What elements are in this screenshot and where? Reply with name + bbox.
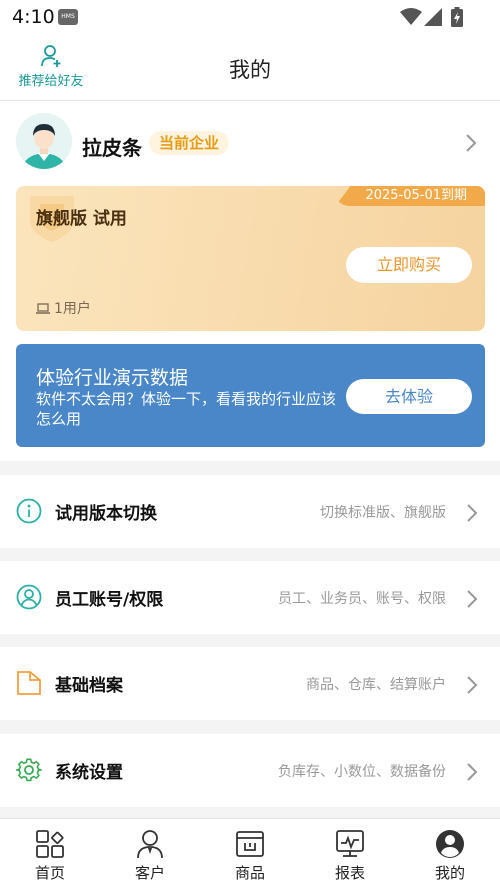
current-company-badge: 当前企业 <box>149 131 230 155</box>
tab-goods[interactable]: 商品 <box>200 819 300 890</box>
plan-expiry-badge: 2025-05-01到期 <box>335 186 485 206</box>
profile-section: 拉皮条 当前企业 2025-05-01到期 旗舰版 试用 立即购买 1用户 体验… <box>0 101 500 461</box>
tab-label: 客户 <box>134 864 165 882</box>
avatar[interactable] <box>16 113 72 169</box>
customer-icon <box>137 830 163 859</box>
laptop-icon <box>36 303 50 314</box>
demo-data-card: 体验行业演示数据 软件不太会用？体验一下，看看我的行业应该怎么用 去体验 <box>16 344 485 447</box>
menu-hint: 切换标准版、旗舰版 <box>320 505 446 521</box>
plan-name: 旗舰版 试用 <box>36 209 127 229</box>
plan-user-count: 1用户 <box>36 298 91 318</box>
status-time: 4:10 <box>12 6 55 28</box>
chevron-right-icon <box>467 676 478 694</box>
hms-badge-icon: HMS <box>58 9 78 25</box>
goods-icon <box>236 831 264 857</box>
info-icon <box>16 498 42 524</box>
mine-icon <box>436 830 464 858</box>
menu-label: 基础档案 <box>55 676 123 696</box>
tab-label: 报表 <box>334 864 365 882</box>
wifi-icon <box>400 8 422 25</box>
home-grid-icon <box>36 830 64 858</box>
status-bar: 4:10 HMS <box>0 0 500 34</box>
signal-icon <box>424 8 442 26</box>
menu-row-trial-version[interactable]: 试用版本切换 切换标准版、旗舰版 <box>0 475 500 548</box>
menu-label: 试用版本切换 <box>55 504 157 524</box>
chevron-right-icon[interactable] <box>465 133 477 153</box>
menu-label: 系统设置 <box>55 763 123 783</box>
tab-home[interactable]: 首页 <box>0 819 100 890</box>
top-header: 推荐给好友 我的 <box>0 34 500 101</box>
folder-icon <box>17 671 41 695</box>
battery-charging-icon <box>451 7 463 27</box>
menu-hint: 负库存、小数位、数据备份 <box>278 764 446 780</box>
tab-label: 商品 <box>234 864 265 882</box>
demo-description: 软件不太会用？体验一下，看看我的行业应该怎么用 <box>36 390 337 428</box>
buy-now-button[interactable]: 立即购买 <box>346 247 472 283</box>
gear-icon <box>16 758 42 782</box>
report-icon <box>336 830 364 857</box>
tab-reports[interactable]: 报表 <box>300 819 400 890</box>
menu-hint: 商品、仓库、结算账户 <box>306 677 446 693</box>
try-demo-button[interactable]: 去体验 <box>346 379 472 414</box>
menu-row-system-settings[interactable]: 系统设置 负库存、小数位、数据备份 <box>0 734 500 807</box>
menu-label: 员工账号/权限 <box>55 590 164 610</box>
user-circle-icon <box>16 584 42 610</box>
tab-label: 首页 <box>34 864 65 882</box>
plan-card: 2025-05-01到期 旗舰版 试用 立即购买 1用户 <box>16 186 485 331</box>
chevron-right-icon <box>467 504 478 522</box>
page-title: 我的 <box>229 58 271 82</box>
avatar-person-icon <box>16 113 72 169</box>
chevron-right-icon <box>467 590 478 608</box>
menu-hint: 员工、业务员、账号、权限 <box>278 591 446 607</box>
tab-customers[interactable]: 客户 <box>100 819 200 890</box>
tab-label: 我的 <box>434 864 465 882</box>
chevron-right-icon <box>467 763 478 781</box>
menu-row-staff-accounts[interactable]: 员工账号/权限 员工、业务员、账号、权限 <box>0 561 500 634</box>
demo-title: 体验行业演示数据 <box>36 367 189 389</box>
tab-mine[interactable]: 我的 <box>400 819 500 890</box>
plan-user-count-label: 1用户 <box>54 301 91 317</box>
user-name: 拉皮条 <box>82 136 142 160</box>
menu-row-basic-archives[interactable]: 基础档案 商品、仓库、结算账户 <box>0 647 500 720</box>
bottom-tab-bar: 首页 客户 商品 报表 我的 <box>0 818 500 890</box>
